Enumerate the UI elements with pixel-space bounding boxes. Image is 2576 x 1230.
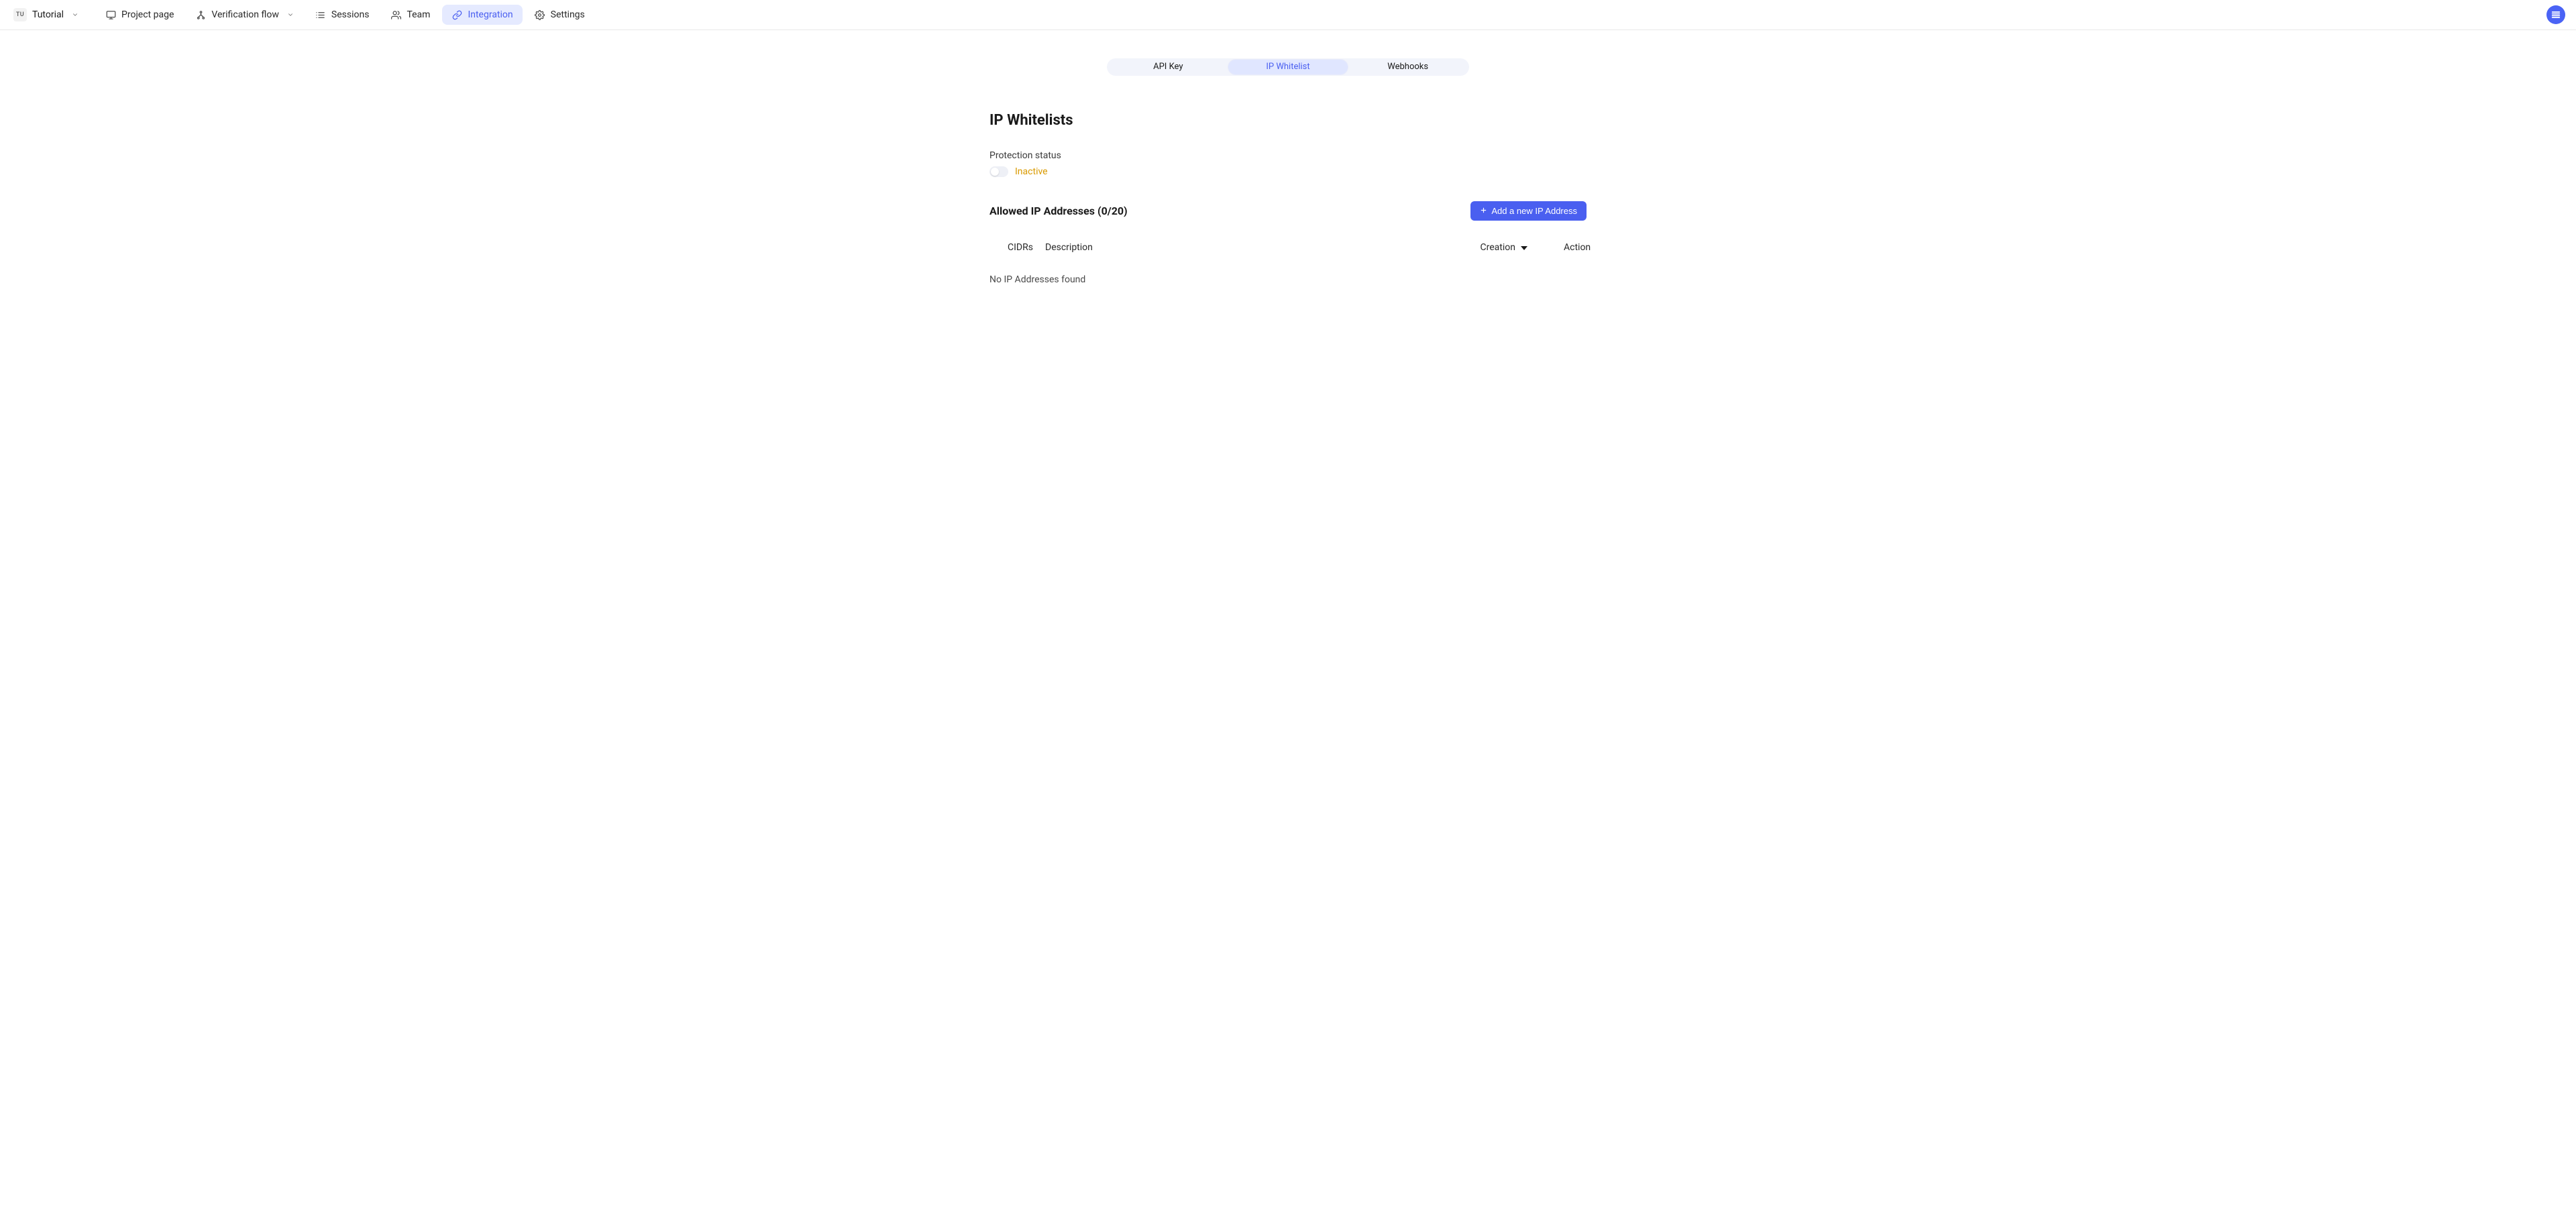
- allowed-ip-title: Allowed IP Addresses (0/20): [989, 205, 1128, 217]
- nav-label: Sessions: [331, 9, 370, 20]
- main-content: API Key IP Whitelist Webhooks IP Whiteli…: [989, 30, 1587, 285]
- col-creation-label: Creation: [1481, 242, 1515, 253]
- nav-label: Integration: [468, 9, 513, 20]
- col-description: Description: [1045, 242, 1481, 253]
- nav-integration[interactable]: Integration: [442, 5, 522, 25]
- gear-icon: [535, 9, 545, 20]
- table-header: CIDRs Description Creation Action: [989, 242, 1587, 253]
- col-cidrs: CIDRs: [1008, 242, 1045, 253]
- top-nav: TU Tutorial Project page Verification fl…: [0, 0, 2576, 30]
- toggle-knob: [991, 168, 999, 176]
- nav-right: [2546, 5, 2565, 24]
- chevron-down-icon: [72, 11, 78, 18]
- nav-verification-flow[interactable]: Verification flow: [186, 5, 303, 25]
- plus-icon: [1480, 206, 1487, 216]
- chevron-down-icon: [287, 11, 294, 18]
- nav-label: Verification flow: [211, 9, 279, 20]
- link-icon: [451, 9, 462, 20]
- nav-label: Settings: [551, 9, 585, 20]
- brand-logo[interactable]: [2546, 5, 2565, 24]
- status-row: Inactive: [989, 166, 1587, 177]
- col-creation[interactable]: Creation: [1481, 242, 1527, 253]
- protection-status-block: Protection status Inactive: [989, 150, 1587, 177]
- project-badge: TU: [13, 8, 27, 21]
- page-title: IP Whitelists: [989, 112, 1587, 129]
- project-name: Tutorial: [32, 9, 64, 20]
- tab-ip-whitelist[interactable]: IP Whitelist: [1228, 60, 1348, 74]
- project-selector[interactable]: TU Tutorial: [11, 5, 81, 24]
- nav-label: Team: [407, 9, 430, 20]
- col-action: Action: [1564, 242, 1587, 253]
- nav-team[interactable]: Team: [381, 5, 439, 25]
- sort-desc-icon: [1521, 245, 1527, 250]
- nav-left: TU Tutorial Project page Verification fl…: [11, 5, 594, 25]
- nav-project-page[interactable]: Project page: [96, 5, 183, 25]
- list-icon: [315, 9, 326, 20]
- nav-sessions[interactable]: Sessions: [306, 5, 379, 25]
- nav-label: Project page: [121, 9, 174, 20]
- tab-webhooks[interactable]: Webhooks: [1348, 60, 1468, 74]
- flow-icon: [195, 9, 206, 20]
- tab-api-key[interactable]: API Key: [1108, 60, 1228, 74]
- add-ip-button[interactable]: Add a new IP Address: [1470, 201, 1587, 221]
- add-ip-label: Add a new IP Address: [1491, 206, 1577, 216]
- status-value: Inactive: [1015, 166, 1048, 177]
- nav-settings[interactable]: Settings: [525, 5, 594, 25]
- empty-state: No IP Addresses found: [989, 274, 1587, 285]
- protection-toggle[interactable]: [989, 166, 1008, 177]
- users-icon: [390, 9, 401, 20]
- monitor-icon: [105, 9, 116, 20]
- integration-tabs: API Key IP Whitelist Webhooks: [1107, 58, 1469, 76]
- status-label: Protection status: [989, 150, 1587, 161]
- allowed-ip-header: Allowed IP Addresses (0/20) Add a new IP…: [989, 201, 1587, 221]
